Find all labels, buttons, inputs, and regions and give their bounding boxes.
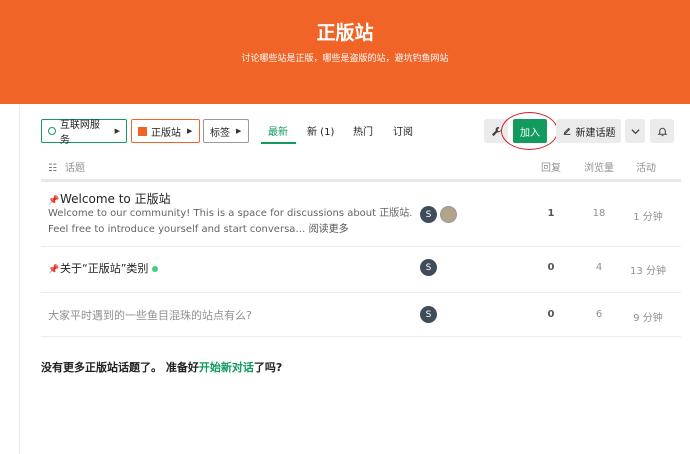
new-topic-button[interactable]: 新建话题 <box>556 119 621 143</box>
topic-header-label: 话题 <box>64 163 85 174</box>
row-divider <box>41 336 681 337</box>
pin-icon: 📌 <box>48 196 60 206</box>
view-count: 18 <box>592 208 606 219</box>
category-banner: 正版站 讨论哪些站是正版，哪些是盗版的站，避坑钓鱼网站 <box>0 0 690 104</box>
tags-label: 标签 <box>210 127 230 139</box>
excerpt-line: Feel free to introduce yourself and star… <box>48 224 306 235</box>
activity-time[interactable]: 9 分钟 <box>623 309 673 324</box>
read-more-link[interactable]: 阅读更多 <box>309 224 349 235</box>
category-dropdown[interactable]: 互联网服务 ▶ <box>41 119 127 146</box>
avatar[interactable]: S <box>420 306 437 323</box>
bell-icon <box>657 127 667 136</box>
topic-link[interactable]: 📌关于“正版站”类别 <box>48 260 159 276</box>
more-options-button[interactable] <box>625 119 645 143</box>
banner-title: 正版站 <box>316 22 374 44</box>
view-count: 4 <box>595 262 603 273</box>
category-color-icon <box>138 126 147 136</box>
views-column-header[interactable]: 浏览量 <box>584 159 614 174</box>
reply-count[interactable]: 0 <box>536 309 566 320</box>
reply-count[interactable]: 0 <box>536 262 566 273</box>
activity-time[interactable]: 1 分钟 <box>623 208 673 223</box>
reply-count[interactable]: 1 <box>536 208 566 219</box>
topic-excerpt: Welcome to our community! This is a spac… <box>48 206 418 238</box>
avatar[interactable]: S <box>420 206 437 223</box>
globe-icon <box>48 127 56 135</box>
activity-time[interactable]: 13 分钟 <box>623 262 673 277</box>
tab-new[interactable]: 新 (1) <box>307 123 334 138</box>
wrench-icon <box>491 126 501 136</box>
sidebar-divider <box>19 104 20 454</box>
bulk-select-icon[interactable]: ☷ <box>48 163 57 174</box>
notifications-button[interactable] <box>650 119 674 143</box>
header-divider <box>41 179 681 182</box>
tab-top[interactable]: 热门 <box>353 123 373 138</box>
banner-subtitle: 讨论哪些站是正版，哪些是盗版的站，避坑钓鱼网站 <box>241 54 449 64</box>
pin-icon: 📌 <box>48 265 60 275</box>
avatar[interactable]: S <box>420 259 437 276</box>
avatar[interactable] <box>440 206 457 223</box>
topic-column-header[interactable]: ☷ 话题 <box>48 159 85 174</box>
subcategory-label: 正版站 <box>151 127 181 139</box>
view-count: 6 <box>595 309 603 320</box>
highlight-circle-annotation <box>501 112 558 150</box>
topic-link[interactable]: 大家平时遇到的一些鱼目混珠的站点有么? <box>48 307 252 323</box>
tab-latest[interactable]: 最新 <box>268 123 288 138</box>
new-topic-label: 新建话题 <box>575 127 616 139</box>
no-more-topics-message: 没有更多正版站话题了。 准备好开始新对话了吗? <box>41 359 282 375</box>
topic-link[interactable]: 📌Welcome to 正版站 <box>48 190 171 207</box>
caret-right-icon: ▶ <box>187 127 193 135</box>
start-new-topic-link[interactable]: 开始新对话 <box>199 361 254 374</box>
row-divider <box>41 292 681 293</box>
edit-icon <box>563 127 570 135</box>
caret-right-icon: ▶ <box>114 127 120 135</box>
topic-title: Welcome to 正版站 <box>60 192 171 206</box>
excerpt-line: Welcome to our community! This is a spac… <box>48 208 413 219</box>
topic-title: 关于“正版站”类别 <box>60 262 149 275</box>
chevron-down-icon <box>630 128 640 134</box>
tags-dropdown[interactable]: 标签 ▶ <box>203 119 249 143</box>
row-divider <box>41 246 681 247</box>
activity-column-header[interactable]: 活动 <box>636 159 656 174</box>
category-label: 互联网服务 <box>59 120 100 146</box>
unread-dot-icon <box>152 266 159 272</box>
active-tab-indicator <box>261 142 296 144</box>
tab-subscribed[interactable]: 订阅 <box>393 123 413 138</box>
caret-right-icon: ▶ <box>236 127 242 135</box>
replies-column-header[interactable]: 回复 <box>541 159 561 174</box>
footer-suffix: 了吗? <box>253 361 283 374</box>
footer-prefix: 没有更多正版站话题了。 准备好 <box>41 361 199 374</box>
subcategory-dropdown[interactable]: 正版站 ▶ <box>131 119 200 143</box>
